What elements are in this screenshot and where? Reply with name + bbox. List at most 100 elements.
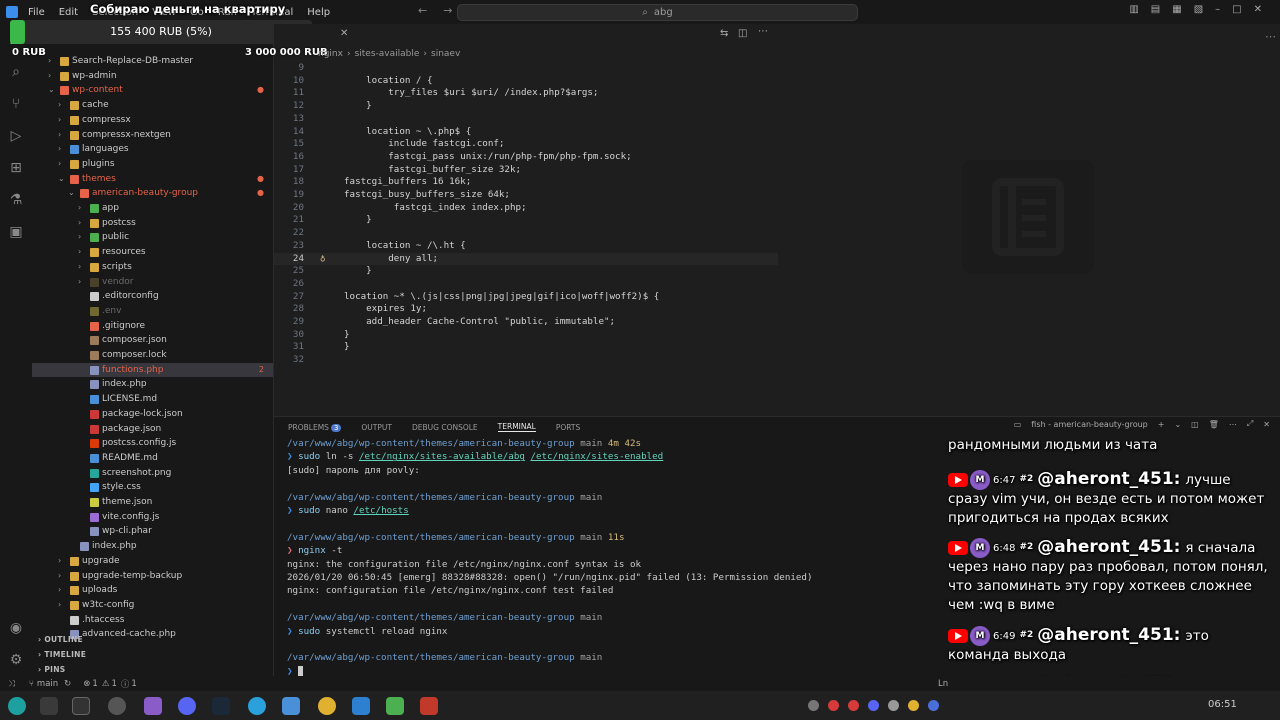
remote-icon[interactable]: ⤨ (8, 679, 15, 689)
maximize-panel-icon[interactable]: ⤢ (1247, 419, 1253, 429)
tree-file[interactable]: index.php (32, 377, 273, 392)
chevron-right-icon[interactable]: › (78, 275, 81, 290)
tree-file[interactable]: README.md (32, 451, 273, 466)
code-line[interactable]: 32 (274, 354, 778, 367)
tray-app-icon[interactable] (928, 700, 939, 711)
search-icon[interactable]: ⌕ (8, 64, 24, 80)
tree-file[interactable]: composer.json (32, 333, 273, 348)
code-line[interactable]: 28 expires 1y; (274, 303, 778, 316)
back-arrow-icon[interactable]: ← (418, 4, 427, 17)
minimize-icon[interactable]: – (1215, 4, 1220, 15)
chevron-right-icon[interactable]: › (48, 69, 51, 84)
run-debug-icon[interactable]: ▷ (8, 128, 24, 144)
tab-output[interactable]: OUTPUT (361, 423, 392, 432)
code-line[interactable]: 21 } (274, 214, 778, 227)
code-line[interactable]: 31} (274, 341, 778, 354)
notification-tray-icon[interactable] (808, 700, 819, 711)
code-line[interactable]: 20 fastcgi_index index.php; (274, 202, 778, 215)
chevron-down-icon[interactable]: ⌄ (48, 83, 55, 98)
gimp-icon[interactable] (386, 697, 404, 715)
chevron-right-icon[interactable]: › (78, 245, 81, 260)
code-line[interactable]: 26 (274, 278, 778, 291)
tree-folder[interactable]: › upgrade (32, 554, 273, 569)
split-editor-icon[interactable]: ◫ (738, 28, 747, 39)
compare-changes-icon[interactable]: ⇆ (720, 28, 728, 39)
tree-file[interactable]: postcss.config.js (32, 436, 273, 451)
code-line[interactable]: 13 (274, 113, 778, 126)
chevron-right-icon[interactable]: › (58, 583, 61, 598)
source-control-icon[interactable]: ⑂ (8, 96, 24, 112)
maximize-icon[interactable]: □ (1232, 4, 1241, 15)
tree-file[interactable]: style.css (32, 480, 273, 495)
tab-ports[interactable]: PORTS (556, 423, 580, 432)
breadcrumb-nginx[interactable]: nginx (318, 49, 343, 59)
close-window-icon[interactable]: ✕ (1254, 4, 1262, 15)
branch-name[interactable]: main (37, 679, 58, 689)
tree-folder[interactable]: ⌄ wp-content ● (32, 83, 273, 98)
tab-problems[interactable]: PROBLEMS 3 (288, 423, 342, 432)
tree-folder[interactable]: › public (32, 230, 273, 245)
breadcrumb-file[interactable]: sinaev (431, 49, 460, 59)
chevron-right-icon[interactable]: › (78, 260, 81, 275)
forward-arrow-icon[interactable]: → (443, 4, 452, 17)
tree-file[interactable]: index.php (32, 539, 273, 554)
layout-toggle-icon[interactable]: ▥ (1129, 4, 1138, 15)
tree-file[interactable]: .gitignore (32, 319, 273, 334)
chevron-right-icon[interactable]: › (78, 230, 81, 245)
tree-file[interactable]: screenshot.png (32, 466, 273, 481)
chrome-icon[interactable] (318, 697, 336, 715)
code-line[interactable]: 25 } (274, 265, 778, 278)
obs-icon[interactable] (108, 697, 126, 715)
chevron-down-icon[interactable]: ⌄ (68, 186, 75, 201)
terminal-app-icon[interactable] (72, 697, 90, 715)
discord-tray-icon[interactable] (868, 700, 879, 711)
code-line[interactable]: 12 } (274, 100, 778, 113)
tree-file[interactable]: theme.json (32, 495, 273, 510)
code-line[interactable]: 15 include fastcgi.conf; (274, 138, 778, 151)
trash-icon[interactable]: 🗑 (1209, 420, 1219, 429)
tree-file[interactable]: composer.lock (32, 348, 273, 363)
code-line[interactable]: 11 try_files $uri $uri/ /index.php?$args… (274, 87, 778, 100)
tree-folder[interactable]: ⌄ american-beauty-group ● (32, 186, 273, 201)
code-line[interactable]: 9 (274, 62, 778, 75)
tree-folder[interactable]: › languages (32, 142, 273, 157)
audio-mixer-icon[interactable] (888, 700, 899, 711)
chrome-tray-icon[interactable] (908, 700, 919, 711)
command-center-search[interactable]: ⌕ abg (457, 4, 858, 21)
code-line[interactable]: 17 fastcgi_buffer_size 32k; (274, 164, 778, 177)
chevron-down-icon[interactable]: ⌄ (1174, 420, 1181, 429)
more-actions-icon[interactable]: ⋯ (1265, 30, 1276, 43)
layout-sidebar-icon[interactable]: ▤ (1151, 4, 1160, 15)
tree-file[interactable]: .env (32, 304, 273, 319)
tree-file[interactable]: wp-cli.phar (32, 524, 273, 539)
tree-folder[interactable]: › scripts (32, 260, 273, 275)
code-line[interactable]: 10 location / { (274, 75, 778, 88)
app-launcher-icon[interactable] (8, 697, 26, 715)
chevron-right-icon[interactable]: › (58, 113, 61, 128)
tree-file[interactable]: .editorconfig (32, 289, 273, 304)
chevron-right-icon[interactable]: › (78, 216, 81, 231)
tree-folder[interactable]: › compressx (32, 113, 273, 128)
extensions-icon[interactable]: ⊞ (8, 160, 24, 176)
sidebar-section-timeline[interactable]: › TIMELINE (32, 647, 273, 662)
tree-folder[interactable]: › vendor (32, 275, 273, 290)
tree-file[interactable]: functions.php 2 (32, 362, 273, 378)
code-line[interactable]: 18 fastcgi_buffers 16 16k; (274, 176, 778, 189)
clock[interactable]: 06:51 (1208, 699, 1237, 710)
code-line[interactable]: 30} (274, 329, 778, 342)
chevron-right-icon[interactable]: › (58, 554, 61, 569)
tree-folder[interactable]: › plugins (32, 157, 273, 172)
layout-panel-icon[interactable]: ▦ (1172, 4, 1181, 15)
filezilla-icon[interactable] (420, 697, 438, 715)
chevron-right-icon[interactable]: › (58, 128, 61, 143)
tree-file[interactable]: LICENSE.md (32, 392, 273, 407)
warning-count[interactable]: 1 (111, 679, 116, 689)
tab-terminal[interactable]: TERMINAL (497, 422, 536, 432)
tree-file[interactable]: vite.config.js (32, 510, 273, 525)
tree-file[interactable]: package.json (32, 422, 273, 437)
tree-folder[interactable]: › w3tc-config (32, 598, 273, 613)
more-actions-icon[interactable]: ⋯ (758, 26, 768, 37)
sidebar-section-outline[interactable]: › OUTLINE (32, 632, 273, 647)
tab-debug-console[interactable]: DEBUG CONSOLE (412, 423, 478, 432)
tree-folder[interactable]: › compressx-nextgen (32, 128, 273, 143)
